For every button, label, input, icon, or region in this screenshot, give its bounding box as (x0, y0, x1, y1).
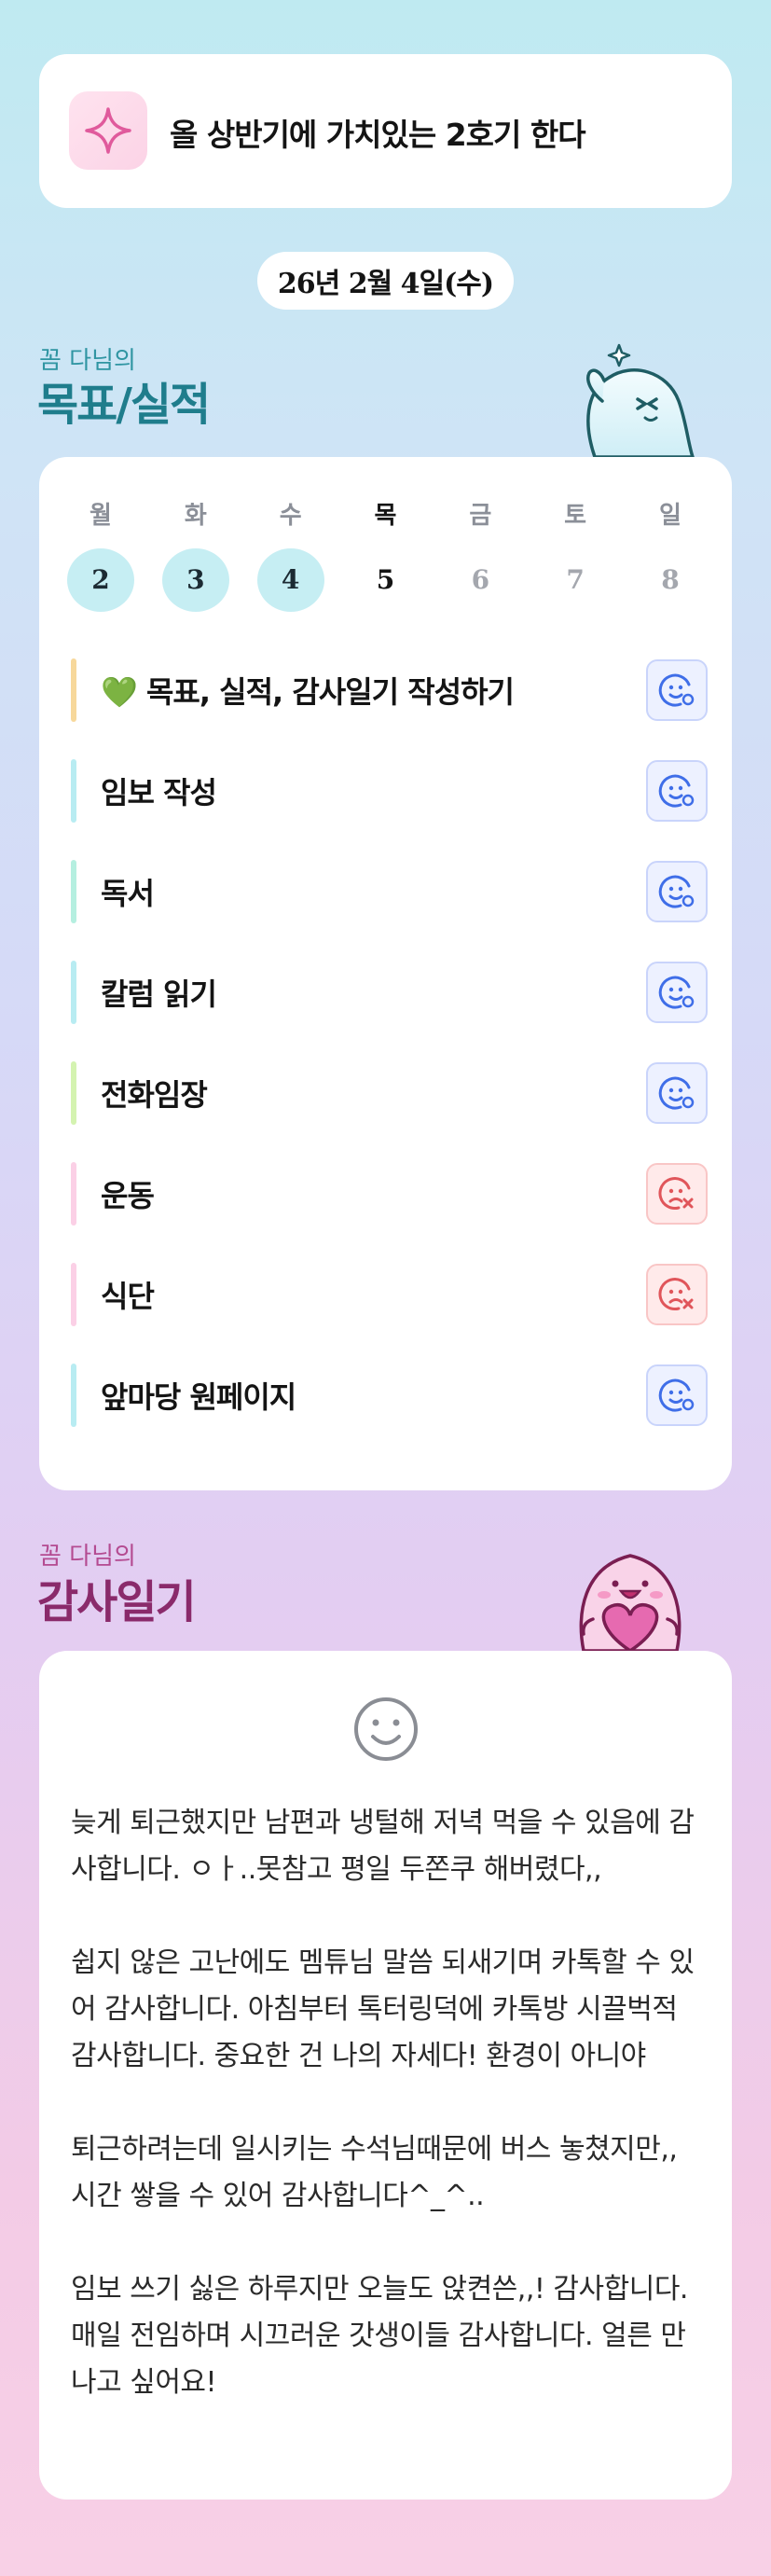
gratitude-entry: 쉽지 않은 고난에도 멤튜님 말씀 되새기며 카톡할 수 있어 감사합니다. 아… (71, 1946, 695, 2072)
goal-color-bar (71, 1263, 76, 1326)
ghost-mascot-icon (586, 343, 695, 457)
gratitude-entries: 늦게 퇴근했지만 남편과 냉털해 저녁 먹을 수 있음에 감사합니다. ㅇㅏ..… (71, 1800, 705, 2453)
weekday-label-today: 목 (374, 502, 397, 530)
goals-card: 월 화 수 목 금 토 일 2 3 4 5 6 7 8 💚 목표, 실적, 감사… (39, 457, 732, 1490)
smile-icon[interactable] (352, 1696, 420, 1763)
goal-color-bar (71, 759, 76, 823)
weekday-label: 토 (564, 502, 587, 530)
day-completed[interactable]: 3 (161, 548, 229, 612)
gratitude-entry: 임보 쓰기 싫은 하루지만 오늘도 앉켠쓴,,! 감사합니다. 매일 전임하며 … (71, 2273, 688, 2399)
goal-row[interactable]: 독서 (71, 858, 708, 925)
goal-done-face-icon[interactable] (646, 659, 708, 721)
goal-missed-face-icon[interactable] (646, 1264, 708, 1325)
goal-missed-face-icon[interactable] (646, 1163, 708, 1225)
day-completed[interactable]: 4 (256, 548, 324, 612)
goal-label: 전화임장 (101, 1077, 208, 1113)
date-label: 26년 2월 4일(수) (257, 252, 514, 310)
goal-row[interactable]: 식단 (71, 1261, 708, 1328)
gratitude-section-title: 감사일기 (37, 1576, 197, 1628)
goal-color-bar (71, 1162, 76, 1226)
gratitude-entry: 퇴근하려는데 일시키는 수석님때문에 버스 놓쳤지만,, 시간 쌓을 수 있어 … (71, 2133, 678, 2212)
goal-color-bar (71, 658, 76, 722)
goal-row[interactable]: 임보 작성 (71, 757, 708, 824)
day-completed[interactable]: 2 (67, 548, 134, 612)
motto-text: 올 상반기에 가치있는 2호기 한다 (170, 117, 586, 153)
goal-label: 칼럼 읽기 (101, 976, 217, 1012)
goal-label: 식단 (101, 1279, 155, 1314)
goal-label: 앞마당 원페이지 (101, 1379, 296, 1415)
goal-done-face-icon[interactable] (646, 1062, 708, 1124)
weekday-label: 화 (184, 502, 207, 530)
goal-color-bar (71, 860, 76, 923)
gratitude-entry: 늦게 퇴근했지만 남편과 냉털해 저녁 먹을 수 있음에 감사합니다. ㅇㅏ..… (71, 1807, 695, 1886)
weekday-label: 금 (469, 502, 492, 530)
goal-label: 💚 목표, 실적, 감사일기 작성하기 (101, 674, 515, 710)
heart-mascot-icon (579, 1554, 682, 1651)
goal-label: 독서 (101, 876, 155, 911)
motto-card: 올 상반기에 가치있는 2호기 한다 (39, 54, 732, 208)
sparkle-icon (69, 91, 147, 170)
day[interactable]: 7 (542, 548, 609, 612)
goal-color-bar (71, 1061, 76, 1125)
goal-row[interactable]: 운동 (71, 1160, 708, 1227)
weekday-label: 수 (279, 502, 302, 530)
goal-done-face-icon[interactable] (646, 1364, 708, 1426)
weekday-label: 월 (89, 502, 112, 530)
goal-row[interactable]: 💚 목표, 실적, 감사일기 작성하기 (71, 657, 708, 724)
goal-color-bar (71, 1364, 76, 1427)
weekday-label: 일 (659, 502, 682, 530)
goal-row[interactable]: 전화임장 (71, 1059, 708, 1127)
goal-row[interactable]: 앞마당 원페이지 (71, 1362, 708, 1429)
goal-row[interactable]: 칼럼 읽기 (71, 959, 708, 1026)
goals-section-title: 목표/실적 (37, 379, 211, 431)
goal-done-face-icon[interactable] (646, 861, 708, 922)
goal-label: 운동 (101, 1178, 155, 1213)
goal-done-face-icon[interactable] (646, 962, 708, 1023)
goal-color-bar (71, 961, 76, 1024)
day-today[interactable]: 5 (351, 548, 419, 612)
weekday-header: 월 화 수 목 금 토 일 (67, 496, 704, 531)
week-days: 2 3 4 5 6 7 8 (67, 548, 704, 612)
day[interactable]: 6 (447, 548, 514, 612)
goal-done-face-icon[interactable] (646, 760, 708, 822)
day[interactable]: 8 (637, 548, 704, 612)
goal-label: 임보 작성 (101, 775, 217, 810)
gratitude-card: 늦게 퇴근했지만 남편과 냉털해 저녁 먹을 수 있음에 감사합니다. ㅇㅏ..… (39, 1651, 732, 2500)
